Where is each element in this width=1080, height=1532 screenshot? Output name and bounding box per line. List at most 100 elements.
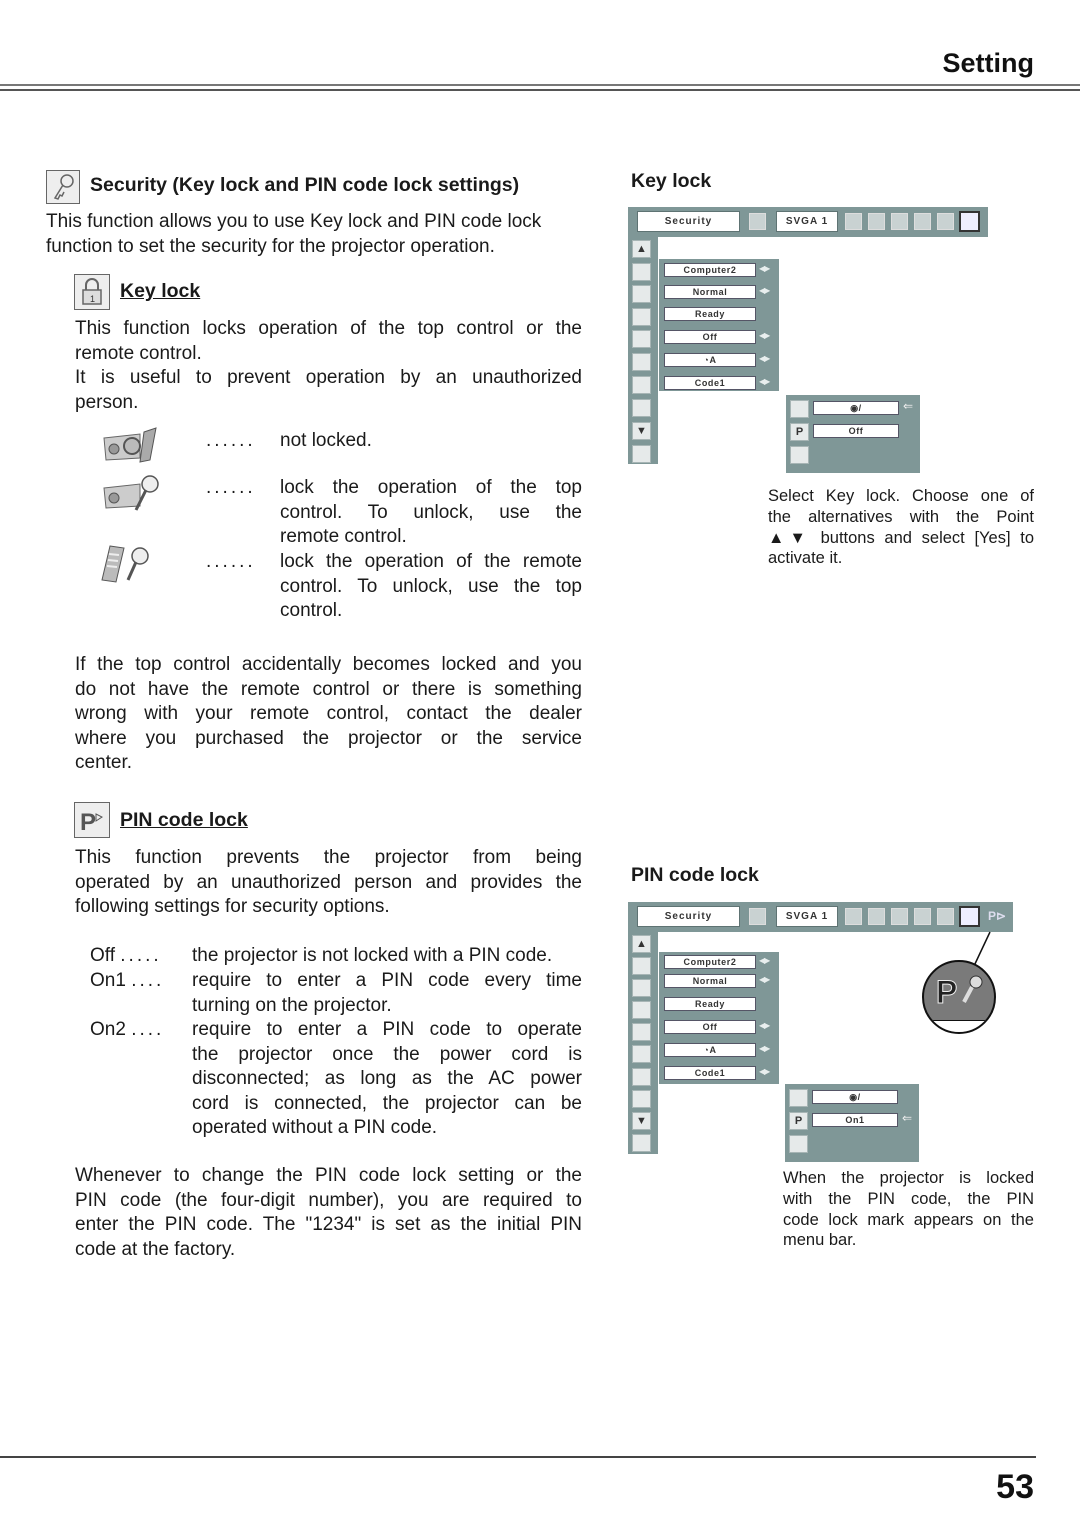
- option-desc: not locked.: [280, 430, 372, 451]
- security-title: Security (Key lock and PIN code lock set…: [90, 174, 520, 196]
- pin-option-off: Off ..... the projector is not locked wi…: [90, 944, 582, 969]
- text-line: Select Key lock. Choose one of: [768, 487, 1034, 505]
- option-desc: lock the operation of the remote control…: [280, 550, 582, 624]
- text-line: disconnected; as long as the AC power: [192, 1068, 582, 1090]
- text-line: turning on the projector.: [192, 994, 392, 1016]
- option-desc: require to enter a PIN code to operate t…: [192, 1018, 582, 1141]
- menu-item-remote-code: Code1: [664, 376, 756, 390]
- svg-text:P: P: [80, 809, 96, 834]
- option-label: On1 ....: [90, 969, 164, 994]
- menu-sidebar: ▲ ▼: [628, 932, 658, 1154]
- menu-sidebar: ▲ ▼: [628, 237, 658, 464]
- sound-icon: [937, 908, 954, 925]
- text-line: operated without a PIN code.: [192, 1117, 438, 1139]
- pin-option-on2: On2 .... require to enter a PIN code to …: [90, 1018, 582, 1143]
- menu-bar: Security SVGA 1: [628, 207, 988, 237]
- menu-item-input: Computer2: [664, 263, 756, 277]
- selection-arrow-icon: ⇐: [903, 399, 914, 413]
- pin-lock-value: On1: [812, 1113, 898, 1127]
- auto-setup-icon: [632, 285, 651, 303]
- option-name: On2: [90, 1019, 126, 1040]
- text-line: following settings for security options.: [75, 896, 390, 918]
- left-right-arrows-icon: ◀▶: [759, 1067, 770, 1076]
- setting-menu-icon: [959, 906, 980, 927]
- pin-code-lock-icon: P: [789, 1112, 808, 1130]
- menu-item-remote-code: Code1: [664, 1066, 756, 1080]
- key-icon: [632, 1090, 651, 1108]
- pin-lock-intro: This function prevents the projector fro…: [75, 846, 582, 920]
- exit-icon: [632, 445, 651, 463]
- remote-key-icon: [100, 542, 156, 589]
- leader-dots: ......: [206, 430, 256, 451]
- text-line: This function allows you to use Key lock…: [46, 211, 542, 232]
- padlock-icon: [790, 400, 809, 418]
- pin-lock-menu-screenshot: Security SVGA 1 P⊳ ▲ ▼ Computer2 ◀▶ Norm…: [628, 902, 1018, 1164]
- text-line: code at the factory.: [75, 1238, 236, 1260]
- text-line: menu bar.: [783, 1231, 857, 1250]
- leader-dots: ......: [206, 551, 256, 572]
- left-right-arrows-icon: ◀▶: [759, 354, 770, 363]
- left-right-arrows-icon: ◀▶: [759, 1021, 770, 1030]
- left-right-arrows-icon: ◀▶: [759, 975, 770, 984]
- input-source: SVGA 1: [776, 906, 838, 927]
- option-name: Off: [90, 945, 115, 966]
- input-icon: [632, 957, 651, 975]
- text-line: remote control.: [75, 342, 202, 364]
- text-line: where you purchased the projector or the…: [75, 727, 582, 749]
- remote-control-icon: [632, 1068, 651, 1086]
- lamp-control-icon: [632, 353, 651, 371]
- text-line: lock the operation of the top: [280, 477, 582, 498]
- text-line: When the projector is locked: [783, 1169, 1034, 1187]
- remote-control-icon: [632, 376, 651, 394]
- svg-text:1: 1: [90, 294, 95, 304]
- scroll-up-icon: ▲: [632, 240, 651, 258]
- lamp-icon: [632, 1001, 651, 1019]
- left-right-arrows-icon: ◀▶: [759, 1044, 770, 1053]
- projector-unlocked-icon: ◉/: [813, 401, 899, 415]
- text-line: It is useful to prevent operation by an …: [75, 367, 582, 389]
- exit-icon: [789, 1135, 808, 1153]
- menu-item-lamp: Ready: [664, 307, 756, 321]
- option-desc: lock the operation of the top control. T…: [280, 476, 582, 550]
- header-rule: [0, 89, 1080, 91]
- left-right-arrows-icon: ◀▶: [759, 264, 770, 273]
- text-line: code lock mark appears on the: [783, 1210, 1034, 1229]
- image-select-icon: [868, 213, 885, 230]
- menu-item-input: Computer2: [664, 955, 756, 969]
- text-line: activate it.: [768, 549, 843, 568]
- figure-heading: PIN code lock: [631, 864, 759, 886]
- scroll-up-icon: ▲: [632, 935, 651, 953]
- figure-heading: Key lock: [631, 170, 712, 192]
- padlock-icon: 1: [74, 274, 110, 310]
- security-sub-panel: ◉/ ⇐ P Off: [786, 395, 920, 473]
- power-management-icon: [632, 330, 651, 348]
- text-line: enter the PIN code. The "1234" is set as…: [75, 1214, 582, 1236]
- text-line: with the PIN code, the PIN: [783, 1189, 1034, 1208]
- text-line: control. To unlock, use the top: [280, 575, 582, 597]
- option-desc: the projector is not locked with a PIN c…: [192, 945, 553, 966]
- left-right-arrows-icon: ◀▶: [759, 956, 770, 965]
- page-number: 53: [996, 1468, 1034, 1506]
- key-icon: [632, 399, 651, 417]
- pin-lock-caption: When the projector is locked with the PI…: [783, 1168, 1034, 1251]
- projector-key-icon: [100, 472, 162, 519]
- left-right-arrows-icon: ◀▶: [759, 286, 770, 295]
- text-line: If the top control accidentally becomes …: [75, 654, 582, 675]
- key-lock-option: ...... lock the operation of the top con…: [206, 476, 582, 551]
- image-select-icon: [868, 908, 885, 925]
- sound-icon: [937, 213, 954, 230]
- exit-icon: [790, 446, 809, 464]
- key-lock-warning: If the top control accidentally becomes …: [75, 653, 582, 776]
- settings-menu-icon: [749, 213, 766, 230]
- key-lock-menu-screenshot: Security SVGA 1 ▲ ▼ Computer2 ◀▶ Normal …: [628, 207, 988, 473]
- key-lock-heading: Key lock: [120, 280, 201, 302]
- text-line: Whenever to change the PIN code lock set…: [75, 1165, 582, 1186]
- screen-icon: [914, 213, 931, 230]
- pin-lock-mark-icon: P⊳: [988, 909, 1007, 923]
- pin-code-lock-heading: PIN code lock: [120, 809, 248, 831]
- text-line: center.: [75, 752, 133, 774]
- input-icon: [632, 263, 651, 281]
- leader-dots: ......: [206, 477, 256, 498]
- header-rule: [0, 84, 1080, 86]
- option-desc: require to enter a PIN code every time t…: [192, 969, 582, 1018]
